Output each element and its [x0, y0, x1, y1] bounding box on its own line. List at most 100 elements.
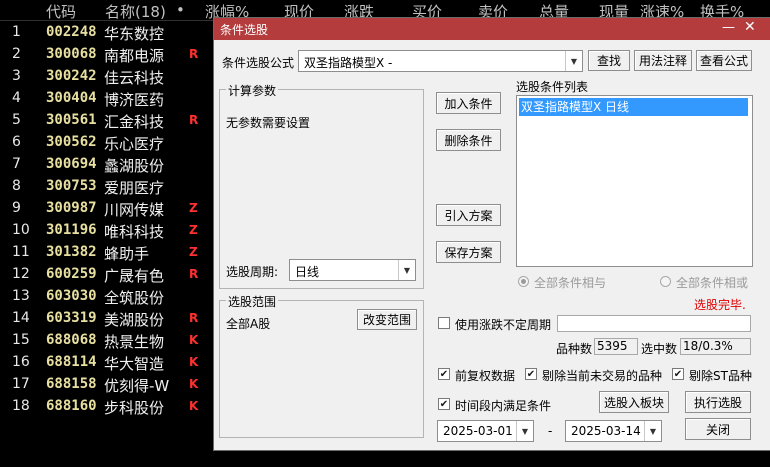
stock-code: 300068: [46, 46, 97, 62]
row-index: 17: [12, 376, 30, 392]
chevron-down-icon[interactable]: ▼: [516, 421, 533, 441]
date-from-picker[interactable]: 2025-03-01 ▼: [437, 420, 534, 442]
stock-code: 688114: [46, 354, 97, 370]
table-row[interactable]: 2 300068 南都电源 R: [0, 44, 215, 66]
delete-condition-button[interactable]: 删除条件: [436, 129, 501, 151]
close-button[interactable]: 关闭: [685, 418, 751, 440]
table-row[interactable]: 15 688068 热景生物 K: [0, 330, 215, 352]
stock-code: 301382: [46, 244, 97, 260]
count-value: 5395: [594, 338, 638, 355]
row-index: 3: [12, 68, 21, 84]
date-to-value: 2025-03-14: [571, 424, 641, 438]
stock-name: 优刻得-W: [104, 377, 170, 395]
selected-value: 18/0.3%: [680, 338, 751, 355]
chevron-down-icon[interactable]: ▼: [565, 51, 582, 71]
stock-name: 华东数控: [104, 25, 165, 43]
chevron-down-icon[interactable]: ▼: [398, 260, 415, 280]
table-row[interactable]: 6 300562 乐心医疗: [0, 132, 215, 154]
stock-code: 300561: [46, 112, 97, 128]
stock-name: 热景生物: [104, 333, 165, 351]
radio-and-label: 全部条件相与: [534, 276, 607, 290]
row-index: 4: [12, 90, 21, 106]
limit-period-input[interactable]: [557, 315, 751, 332]
prior-adjust-checkbox[interactable]: ✔: [438, 368, 450, 380]
dialog-title: 条件选股: [220, 23, 269, 37]
stock-flag: Z: [189, 201, 198, 215]
table-row[interactable]: 3 300242 佳云科技: [0, 66, 215, 88]
add-to-block-button[interactable]: 选股入板块: [599, 391, 669, 413]
table-row[interactable]: 7 300694 蠡湖股份: [0, 154, 215, 176]
formula-label: 条件选股公式: [222, 56, 295, 70]
col-code[interactable]: 代码: [46, 1, 76, 22]
stock-name: 蠡湖股份: [104, 157, 165, 175]
stock-name: 广晟有色: [104, 267, 165, 285]
date-separator: -: [548, 424, 553, 438]
table-row[interactable]: 12 600259 广晟有色 R: [0, 264, 215, 286]
stock-code: 688160: [46, 398, 97, 414]
row-index: 14: [12, 310, 30, 326]
stock-flag: K: [189, 377, 199, 391]
table-row[interactable]: 17 688158 优刻得-W K: [0, 374, 215, 396]
range-value: 全部A股: [226, 317, 271, 331]
period-value: 日线: [295, 265, 320, 279]
minimize-icon[interactable]: —: [722, 20, 735, 35]
table-row[interactable]: 9 300987 川网传媒 Z: [0, 198, 215, 220]
stock-code: 603319: [46, 310, 97, 326]
remove-st-label: 剔除ST品种: [689, 369, 752, 383]
table-row[interactable]: 11 301382 蜂助手 Z: [0, 242, 215, 264]
range-group: 选股范围 全部A股 改变范围: [219, 293, 424, 438]
row-index: 1: [12, 24, 21, 40]
find-button[interactable]: 查找: [588, 50, 630, 71]
row-index: 8: [12, 178, 21, 194]
table-row[interactable]: 1 002248 华东数控: [0, 22, 215, 44]
stock-name: 爱朋医疗: [104, 179, 165, 197]
conditions-list[interactable]: 双圣指路模型X 日线: [516, 95, 753, 267]
stock-code: 002248: [46, 24, 97, 40]
table-row[interactable]: 14 603319 美湖股份 R: [0, 308, 215, 330]
period-satisfy-checkbox[interactable]: ✔: [438, 398, 450, 410]
close-icon[interactable]: ✕: [744, 19, 756, 35]
execute-button[interactable]: 执行选股: [685, 391, 751, 413]
col-name[interactable]: 名称(18): [105, 1, 166, 22]
remove-untraded-checkbox[interactable]: ✔: [525, 368, 537, 380]
change-range-button[interactable]: 改变范围: [357, 309, 417, 330]
formula-select[interactable]: 双圣指路模型X - ▼: [298, 50, 583, 72]
view-formula-button[interactable]: 查看公式: [696, 50, 752, 71]
table-row[interactable]: 13 603030 全筑股份: [0, 286, 215, 308]
table-row[interactable]: 10 301196 唯科科技 Z: [0, 220, 215, 242]
prior-adjust-label: 前复权数据: [455, 369, 516, 383]
period-select[interactable]: 日线 ▼: [289, 259, 416, 281]
date-from-value: 2025-03-01: [443, 424, 513, 438]
col-dot: •: [176, 1, 185, 19]
date-to-picker[interactable]: 2025-03-14 ▼: [565, 420, 662, 442]
table-row[interactable]: 18 688160 步科股份 K: [0, 396, 215, 418]
stock-code: 300562: [46, 134, 97, 150]
usage-notes-button[interactable]: 用法注释: [634, 50, 692, 71]
row-index: 12: [12, 266, 30, 282]
period-label: 选股周期:: [226, 265, 279, 279]
stock-name: 南都电源: [104, 47, 165, 65]
radio-and[interactable]: [518, 276, 529, 287]
stock-code: 301196: [46, 222, 97, 238]
save-plan-button[interactable]: 保存方案: [436, 241, 501, 263]
table-row[interactable]: 5 300561 汇金科技 R: [0, 110, 215, 132]
stock-code: 688158: [46, 376, 97, 392]
stock-flag: R: [189, 311, 199, 325]
add-condition-button[interactable]: 加入条件: [436, 92, 501, 114]
table-row[interactable]: 16 688114 华大智造 K: [0, 352, 215, 374]
use-limit-period-checkbox[interactable]: [438, 317, 450, 329]
table-row[interactable]: 4 300404 博济医药: [0, 88, 215, 110]
row-index: 7: [12, 156, 21, 172]
dialog-titlebar[interactable]: 条件选股 — ✕: [214, 18, 770, 40]
list-item[interactable]: 双圣指路模型X 日线: [519, 98, 748, 116]
row-index: 6: [12, 134, 21, 150]
table-row[interactable]: 8 300753 爱朋医疗: [0, 176, 215, 198]
radio-or[interactable]: [660, 276, 671, 287]
chevron-down-icon[interactable]: ▼: [644, 421, 661, 441]
stock-flag: R: [189, 267, 199, 281]
remove-st-checkbox[interactable]: ✔: [672, 368, 684, 380]
stock-name: 步科股份: [104, 399, 165, 417]
import-plan-button[interactable]: 引入方案: [436, 204, 501, 226]
formula-value: 双圣指路模型X -: [304, 56, 393, 70]
stock-flag: R: [189, 47, 199, 61]
